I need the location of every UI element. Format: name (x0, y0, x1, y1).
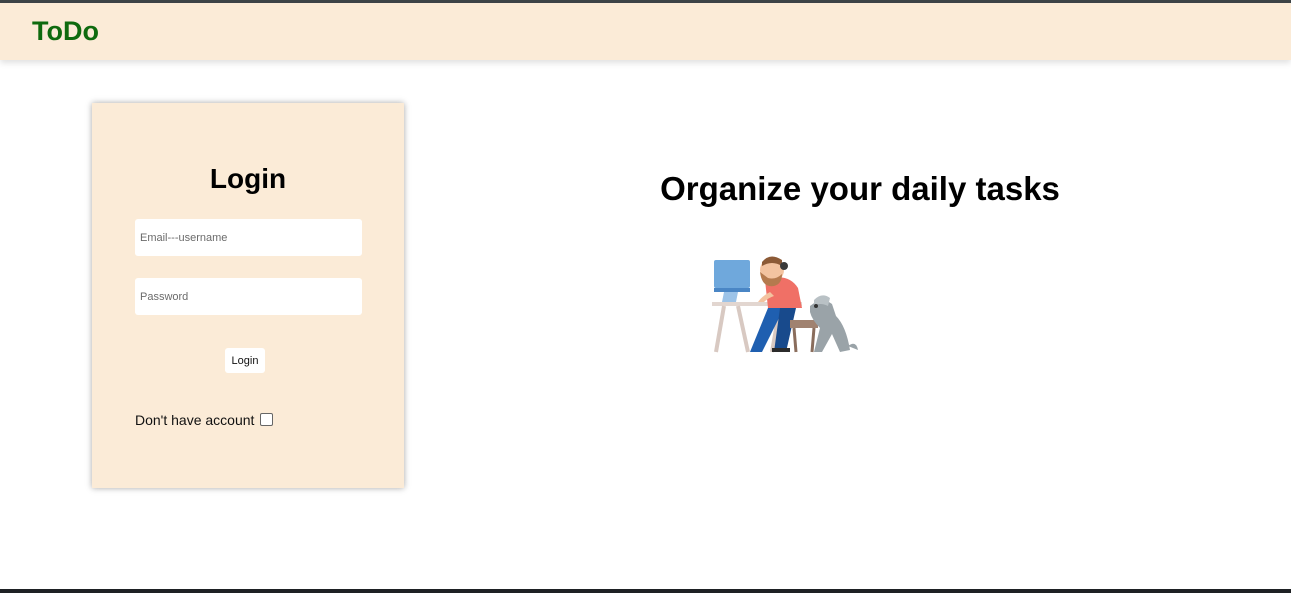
email-field[interactable] (135, 219, 362, 256)
login-card: Login Login Don't have account (92, 103, 404, 488)
no-account-checkbox[interactable] (260, 412, 274, 426)
hero-title: Organize your daily tasks (660, 170, 1060, 207)
no-account-label: Don't have account (135, 412, 255, 428)
brand-logo[interactable]: ToDo (32, 16, 99, 46)
login-title: Login (209, 163, 287, 194)
no-account-row: Don't have account (135, 412, 274, 428)
password-field[interactable] (135, 278, 362, 315)
bottom-border (0, 589, 1291, 593)
navbar: ToDo (0, 3, 1291, 60)
login-button[interactable]: Login (225, 348, 265, 373)
person-at-desk-illustration (712, 256, 858, 353)
